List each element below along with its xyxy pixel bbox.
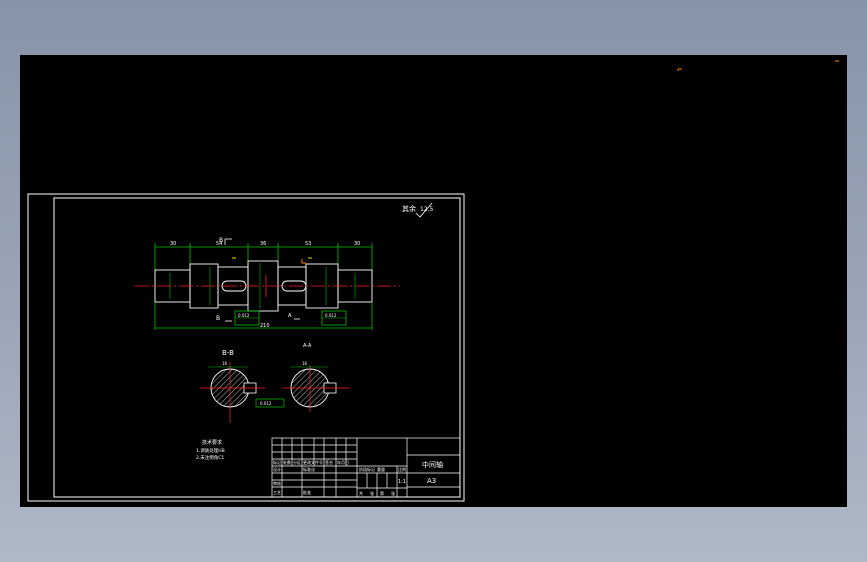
title-block-label: 签名 — [325, 459, 333, 465]
title-block-label: 比例 — [398, 466, 406, 472]
title-block-label: 分区 — [293, 459, 301, 465]
title-block-scale: 1:1 — [398, 479, 406, 485]
title-block-label: 设计 — [273, 466, 281, 472]
section-title-aa: A-A — [303, 343, 312, 349]
tolerance-value-2: 0.012 — [325, 313, 337, 318]
section-marker-b-bottom: B — [216, 315, 220, 322]
viewport-corner-mark-icon — [677, 68, 682, 71]
sheet-inner-border — [53, 197, 461, 498]
section-bb-view: 16 0.012 — [200, 361, 285, 423]
section-tolerance: 0.012 — [260, 401, 272, 406]
notes-line: 2.未注倒角C1 — [196, 454, 224, 461]
title-block-label: 重量 — [377, 466, 385, 472]
dim-label: 36 — [260, 241, 266, 247]
dim-label: 30 — [170, 241, 176, 247]
title-block-label: 审核 — [273, 480, 281, 486]
title-block-label: 工艺 — [273, 490, 281, 495]
title-block-label: 年月日 — [337, 459, 349, 465]
dim-label: 30 — [354, 241, 360, 247]
title-block-label: 更改文件号 — [303, 459, 323, 465]
notes-line: 1.调质处理HB — [196, 447, 225, 454]
title-block-label: 张 — [370, 490, 374, 496]
section-marker-b: B — [219, 237, 223, 244]
section-cut-marker-icon — [224, 238, 232, 245]
title-block-label: 处数 — [283, 459, 291, 465]
title-block-label: 标记 — [273, 459, 281, 465]
section-marker-a: A — [288, 313, 292, 319]
title-block-label: 张 — [391, 490, 395, 496]
title-block-label: 第 — [380, 490, 384, 496]
section-title-bb: B-B — [222, 349, 234, 357]
sheet-size: A3 — [427, 477, 436, 485]
drawing-viewport[interactable]: 其余 12.5 30 54 36 53 30 B 210 B A 0.012 0… — [20, 55, 847, 507]
roughness-label: 其余 — [402, 204, 416, 213]
dim-total: 210 — [260, 323, 270, 329]
title-block-label: 阶段标记 — [359, 466, 375, 472]
tolerance-value-1: 0.012 — [238, 313, 250, 318]
title-block-label: 标准化 — [303, 466, 315, 472]
sheet-outer-border — [27, 193, 465, 502]
cad-drawing: 其余 12.5 30 54 36 53 30 B 210 B A 0.012 0… — [27, 60, 839, 502]
tolerance-frame-1: 0.012 — [234, 310, 260, 326]
tolerance-frame-2: 0.012 — [321, 310, 347, 326]
top-dimensions — [154, 243, 373, 280]
key-width-2: 16 — [302, 361, 308, 366]
part-name: 中间轴 — [422, 460, 443, 469]
notes-title: 技术要求 — [202, 439, 222, 446]
section-aa-view: 16 — [282, 361, 350, 412]
dim-label: 53 — [305, 241, 311, 247]
leader-accent — [301, 259, 306, 264]
title-block-label: 共 — [359, 490, 363, 496]
title-block-labels: 标记 处数 分区 更改文件号 签名 年月日 设计 标准化 阶段标记 重量 比例 … — [273, 459, 406, 496]
title-block-label: 批准 — [303, 489, 311, 495]
key-width-1: 16 — [222, 361, 228, 366]
